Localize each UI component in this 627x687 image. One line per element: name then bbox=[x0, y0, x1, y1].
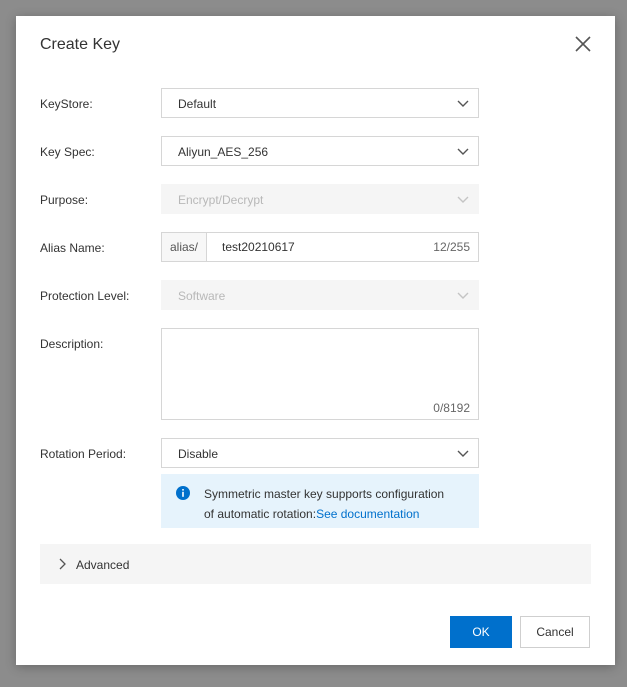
ok-button[interactable]: OK bbox=[450, 616, 512, 648]
close-icon[interactable] bbox=[571, 32, 595, 56]
chevron-right-icon bbox=[59, 558, 66, 570]
chevron-down-icon bbox=[457, 196, 469, 203]
info-icon bbox=[176, 486, 190, 500]
info-line1: Symmetric master key supports configurat… bbox=[204, 487, 445, 501]
chevron-down-icon bbox=[457, 148, 469, 155]
chevron-down-icon bbox=[457, 100, 469, 107]
advanced-section[interactable]: Advanced bbox=[40, 544, 591, 584]
key-spec-label: Key Spec: bbox=[40, 145, 95, 159]
advanced-label: Advanced bbox=[76, 558, 130, 572]
protection-level-value: Software bbox=[178, 289, 226, 303]
rotation-period-select[interactable]: Disable bbox=[161, 438, 479, 468]
info-text: Symmetric master key supports configurat… bbox=[204, 484, 444, 524]
info-line2: of automatic rotation: bbox=[204, 507, 317, 521]
chevron-down-icon bbox=[457, 292, 469, 299]
cancel-button[interactable]: Cancel bbox=[520, 616, 590, 648]
see-documentation-link[interactable]: See documentation bbox=[316, 507, 419, 521]
alias-char-count: 12/255 bbox=[433, 240, 470, 254]
create-key-dialog: Create Key KeyStore: Default Key Spec: A… bbox=[16, 16, 615, 665]
chevron-down-icon bbox=[457, 450, 469, 457]
key-spec-value: Aliyun_AES_256 bbox=[178, 145, 269, 159]
alias-name-label: Alias Name: bbox=[40, 241, 105, 255]
rotation-period-value: Disable bbox=[178, 447, 219, 461]
rotation-period-label: Rotation Period: bbox=[40, 447, 127, 461]
protection-level-select: Software bbox=[161, 280, 479, 310]
alias-name-input[interactable]: alias/ test20210617 12/255 bbox=[161, 232, 479, 262]
key-spec-select[interactable]: Aliyun_AES_256 bbox=[161, 136, 479, 166]
description-textarea[interactable]: 0/8192 bbox=[161, 328, 479, 420]
keystore-value: Default bbox=[178, 97, 217, 111]
alias-prefix: alias/ bbox=[162, 233, 207, 261]
keystore-select[interactable]: Default bbox=[161, 88, 479, 118]
purpose-value: Encrypt/Decrypt bbox=[178, 193, 264, 207]
alias-value: test20210617 bbox=[222, 240, 295, 254]
keystore-label: KeyStore: bbox=[40, 97, 93, 111]
rotation-info-box: Symmetric master key supports configurat… bbox=[161, 474, 479, 528]
protection-level-label: Protection Level: bbox=[40, 289, 130, 303]
dialog-title: Create Key bbox=[40, 36, 121, 53]
purpose-label: Purpose: bbox=[40, 193, 89, 207]
description-char-count: 0/8192 bbox=[433, 401, 470, 415]
purpose-select: Encrypt/Decrypt bbox=[161, 184, 479, 214]
description-label: Description: bbox=[40, 337, 104, 351]
